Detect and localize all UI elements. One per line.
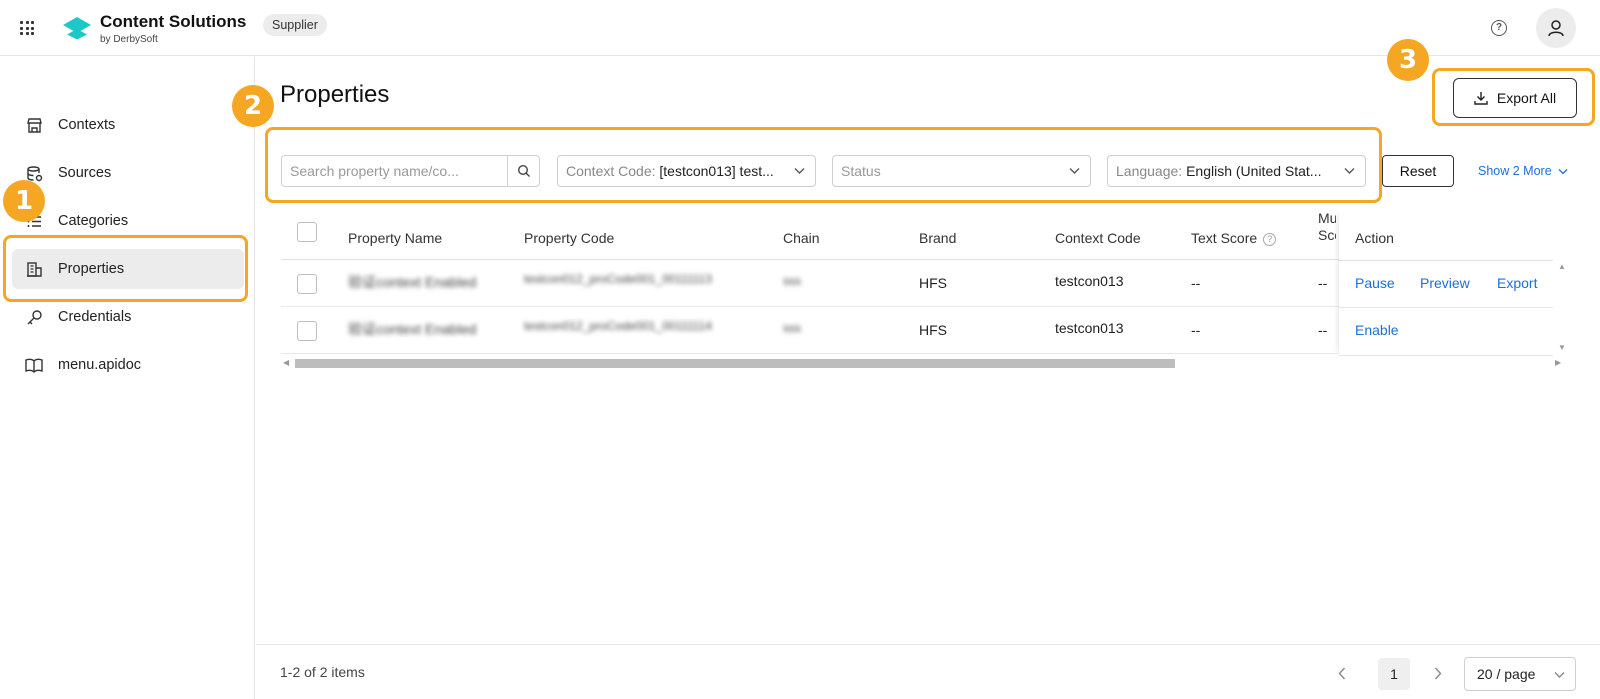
brand-cell: HFS [919,322,947,338]
col-text-score-label: Text Score [1191,230,1258,246]
pause-link[interactable]: Pause [1355,275,1395,291]
help-icon[interactable]: ? [1263,232,1277,246]
page-size-select[interactable]: 20 / page [1464,657,1576,691]
chain-cell: sss [783,274,801,288]
sidebar-item-label: Sources [58,165,112,181]
show-more-label: Show 2 More [1478,164,1552,178]
sidebar-item-label: Categories [58,213,129,229]
callout-badge-3: 3 [1387,39,1429,81]
property-name-cell: 验证context Enabled [348,274,477,290]
scroll-down-icon[interactable]: ▼ [1558,343,1566,352]
chain-cell: sss [783,321,801,335]
pagination-bar: 1-2 of 2 items 1 20 / page [256,644,1600,699]
context-code-cell: testcon013 [1055,273,1124,289]
chevron-left-icon [1338,667,1346,679]
context-code-cell: testcon013 [1055,320,1124,336]
sidebar-item-label: Credentials [58,309,132,325]
col-chain: Chain [783,230,820,246]
property-code-cell: testcon012_proCode001_00111113 [524,272,712,286]
store-icon [24,115,44,135]
role-badge: Supplier [263,14,327,36]
sidebar-item-label: Contexts [58,117,116,133]
callout-badge-1: 1 [3,180,45,222]
brand-subtitle: by DerbySoft [100,34,158,45]
text-score-cell: -- [1191,322,1201,338]
sidebar-item-apidoc[interactable]: menu.apidoc [12,345,244,385]
sidebar-item-contexts[interactable]: Contexts [12,105,244,145]
callout-badge-2: 2 [232,85,274,127]
brand-cell: HFS [919,275,947,291]
sidebar-item-credentials[interactable]: Credentials [12,297,244,337]
reset-button[interactable]: Reset [1382,155,1454,187]
mu-score-cell: -- [1318,322,1328,338]
row-checkbox[interactable] [297,274,317,294]
items-count: 1-2 of 2 items [280,664,365,680]
action-column: Action Pause Preview Export Enable ▲ ▼ [1339,210,1567,356]
logo-icon [63,17,91,40]
brand-title: Content Solutions [100,12,247,31]
page-title: Properties [280,81,390,108]
next-page-button[interactable] [1424,658,1452,688]
chevron-down-icon [1554,672,1565,678]
text-score-cell: -- [1191,275,1201,291]
apps-grid-icon[interactable] [20,21,34,35]
enable-link[interactable]: Enable [1355,322,1399,338]
property-name-cell: 验证context Enabled [348,321,477,337]
export-link[interactable]: Export [1497,275,1537,291]
prev-page-button[interactable] [1328,658,1356,688]
select-all-checkbox[interactable] [297,222,317,242]
book-icon [24,355,44,375]
sidebar: Contexts Sources Categories Properties C… [0,57,255,699]
col-text-score: Text Score? [1191,230,1277,246]
col-context-code: Context Code [1055,230,1141,246]
highlight-export-all [1432,68,1595,126]
highlight-properties-nav [3,235,248,302]
mu-score-cell: -- [1318,275,1328,291]
property-code-cell: testcon012_proCode001_00111114 [524,319,712,333]
page-1-button[interactable]: 1 [1378,658,1410,690]
scroll-up-icon[interactable]: ▲ [1558,262,1566,271]
preview-link[interactable]: Preview [1420,275,1470,291]
help-icon[interactable]: ? [1491,20,1507,36]
col-action: Action [1355,230,1394,246]
sidebar-item-sources[interactable]: Sources [12,153,244,193]
show-more-filters-link[interactable]: Show 2 More [1478,164,1568,178]
col-property-code: Property Code [524,230,615,246]
key-icon [24,307,44,327]
row-checkbox[interactable] [297,321,317,341]
horizontal-scrollbar[interactable]: ◀ ▶ [281,358,1567,369]
col-brand: Brand [919,230,957,246]
top-bar: Content Solutions by DerbySoft Supplier … [0,0,1600,56]
page-size-value: 20 / page [1477,666,1536,682]
scrollbar-thumb[interactable] [295,359,1175,368]
sidebar-item-label: menu.apidoc [58,357,142,373]
scroll-right-icon[interactable]: ▶ [1555,358,1561,367]
highlight-filters [265,127,1382,203]
chevron-right-icon [1434,667,1442,679]
scroll-left-icon[interactable]: ◀ [283,358,289,367]
col-mu-score: Mu Sco [1318,210,1336,243]
user-icon [1548,20,1564,37]
properties-table: Property Name Property Code Chain Brand … [281,210,1567,370]
chevron-down-icon [1558,168,1568,174]
col-property-name: Property Name [348,230,443,246]
avatar[interactable] [1536,8,1576,48]
